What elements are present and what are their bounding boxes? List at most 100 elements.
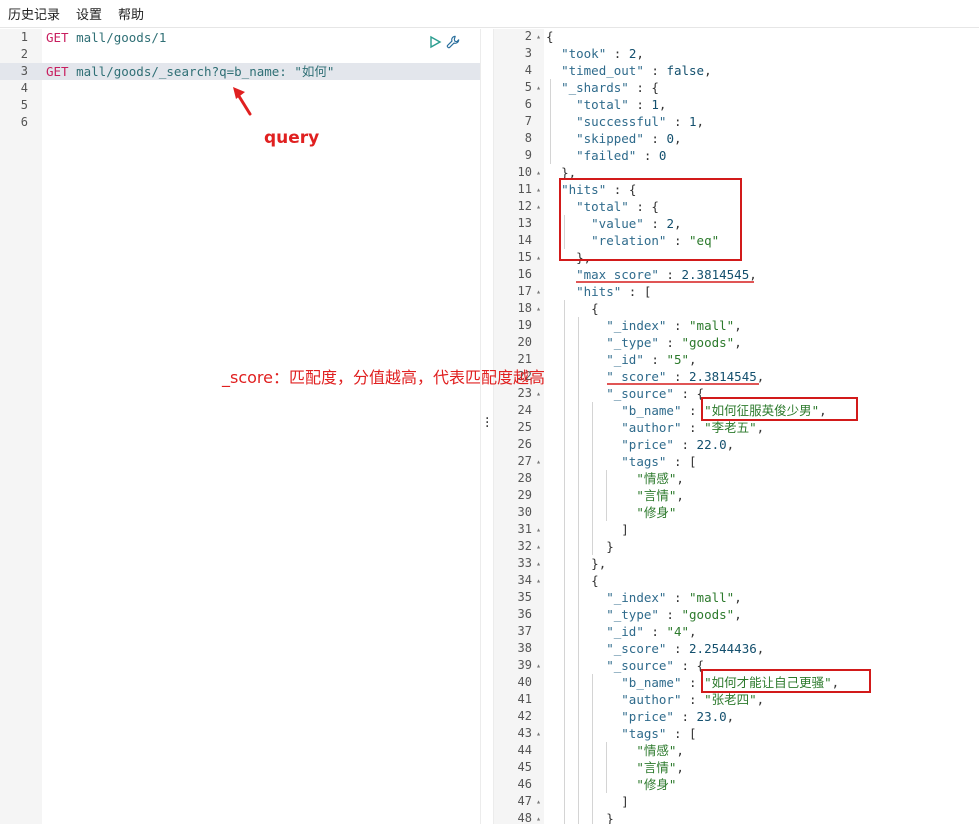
divider-grip-icon[interactable]: · · · (485, 412, 489, 434)
response-line: "修身" (636, 777, 677, 792)
fold-toggle-icon[interactable]: ▴ (532, 810, 541, 824)
b-name-1-highlight-box (701, 397, 858, 421)
response-line: "_index" : "mall", (606, 590, 742, 605)
request-line-number: 2 (20, 47, 28, 61)
fold-toggle-icon[interactable]: ▴ (532, 164, 541, 181)
score-underline (607, 383, 759, 385)
response-line: "_type" : "goods", (606, 335, 742, 350)
response-line: "total" : 1, (576, 97, 667, 112)
http-method: GET (46, 30, 69, 45)
menu-history[interactable]: 历史记录 (8, 4, 60, 23)
response-line-number: 44 (517, 743, 532, 757)
response-line-number: 14 (517, 233, 532, 247)
response-line-number: 7 (524, 114, 532, 128)
request-line-number: 4 (20, 81, 28, 95)
response-line-number: 43 (517, 726, 532, 740)
response-line: "言情", (636, 488, 684, 503)
response-line: "successful" : 1, (576, 114, 705, 129)
response-line: "_score" : 2.2544436, (606, 641, 765, 656)
response-line: "言情", (636, 760, 684, 775)
request-line-number: 1 (20, 30, 28, 44)
response-line: "price" : 22.0, (621, 437, 735, 452)
response-line: "price" : 23.0, (621, 709, 735, 724)
response-line-number: 26 (517, 437, 532, 451)
response-line-number: 34 (517, 573, 532, 587)
response-line-number: 3 (524, 46, 532, 60)
score-annotation: _score：匹配度，分值越高，代表匹配度越高 (222, 368, 545, 387)
response-line-number: 29 (517, 488, 532, 502)
fold-toggle-icon[interactable]: ▴ (532, 181, 541, 198)
response-line: { (591, 573, 599, 588)
response-line-number: 40 (517, 675, 532, 689)
response-line: } (606, 539, 614, 554)
fold-toggle-icon[interactable]: ▴ (532, 657, 541, 674)
fold-toggle-icon[interactable]: ▴ (532, 793, 541, 810)
fold-toggle-icon[interactable]: ▴ (532, 283, 541, 300)
menu-settings[interactable]: 设置 (76, 4, 102, 23)
response-line-number: 19 (517, 318, 532, 332)
fold-toggle-icon[interactable]: ▴ (532, 453, 541, 470)
fold-toggle-icon[interactable]: ▴ (532, 521, 541, 538)
response-line-number: 16 (517, 267, 532, 281)
response-line-number: 15 (517, 250, 532, 264)
response-line-number: 18 (517, 301, 532, 315)
max-score-underline (576, 281, 754, 283)
response-line: "修身" (636, 505, 677, 520)
fold-toggle-icon[interactable]: ▴ (532, 79, 541, 96)
response-line-number: 45 (517, 760, 532, 774)
response-line-number: 37 (517, 624, 532, 638)
response-line: "failed" : 0 (576, 148, 667, 163)
response-line: "_index" : "mall", (606, 318, 742, 333)
response-line-number: 47 (517, 794, 532, 808)
request-line-number: 3 (20, 64, 28, 78)
response-line-number: 6 (524, 97, 532, 111)
response-line-number: 39 (517, 658, 532, 672)
request-line-number: 5 (20, 98, 28, 112)
response-line-number: 25 (517, 420, 532, 434)
response-line: "author" : "李老五", (621, 420, 765, 435)
response-line-number: 24 (517, 403, 532, 417)
fold-toggle-icon[interactable]: ▴ (532, 29, 541, 45)
response-line-number: 17 (517, 284, 532, 298)
response-line: "_shards" : { (561, 80, 659, 95)
request-line[interactable]: GET mall/goods/_search?q=b_name: "如何" (46, 63, 334, 80)
response-line-number: 10 (517, 165, 532, 179)
fold-toggle-icon[interactable]: ▴ (532, 300, 541, 317)
response-line: ] (621, 522, 629, 537)
response-line-number: 33 (517, 556, 532, 570)
response-line: "情感", (636, 471, 684, 486)
response-line: "_source" : { (606, 658, 705, 673)
response-line: "tags" : [ (621, 726, 697, 741)
red-arrow-icon (233, 87, 252, 116)
response-line: }, (591, 556, 607, 571)
fold-toggle-icon[interactable]: ▴ (532, 198, 541, 215)
response-line: ] (621, 794, 629, 809)
http-method: GET (46, 64, 69, 79)
fold-toggle-icon[interactable]: ▴ (532, 555, 541, 572)
response-viewer: 2 ▴{3 "took" : 2, 4 "timed_out" : false, 5 ▴… (494, 29, 979, 824)
query-annotation: query (264, 128, 320, 148)
fold-toggle-icon[interactable]: ▴ (532, 538, 541, 555)
response-line-number: 8 (524, 131, 532, 145)
response-line-number: 32 (517, 539, 532, 553)
fold-toggle-icon[interactable]: ▴ (532, 572, 541, 589)
response-line: { (546, 29, 554, 44)
run-request-icon[interactable] (428, 35, 442, 49)
wrench-settings-icon[interactable] (446, 35, 460, 49)
request-line[interactable]: GET mall/goods/1 (46, 29, 166, 46)
request-line-number: 6 (20, 115, 28, 129)
response-line-number: 36 (517, 607, 532, 621)
request-gutter (0, 29, 42, 824)
response-line: "timed_out" : false, (561, 63, 712, 78)
fold-toggle-icon[interactable]: ▴ (532, 249, 541, 266)
response-line-number: 48 (517, 811, 532, 824)
response-line-number: 4 (524, 63, 532, 77)
response-line: "tags" : [ (621, 454, 697, 469)
fold-toggle-icon[interactable]: ▴ (532, 725, 541, 742)
response-line: "author" : "张老四", (621, 692, 765, 707)
request-editor[interactable]: 1 GET mall/goods/1 2 3 GET mall/goods/_searc… (0, 29, 480, 824)
request-url: mall/goods/1 (68, 30, 167, 45)
menu-help[interactable]: 帮助 (118, 4, 144, 23)
request-url: mall/goods/_search?q=b_name: "如何" (68, 64, 335, 79)
b-name-2-highlight-box (701, 669, 871, 693)
